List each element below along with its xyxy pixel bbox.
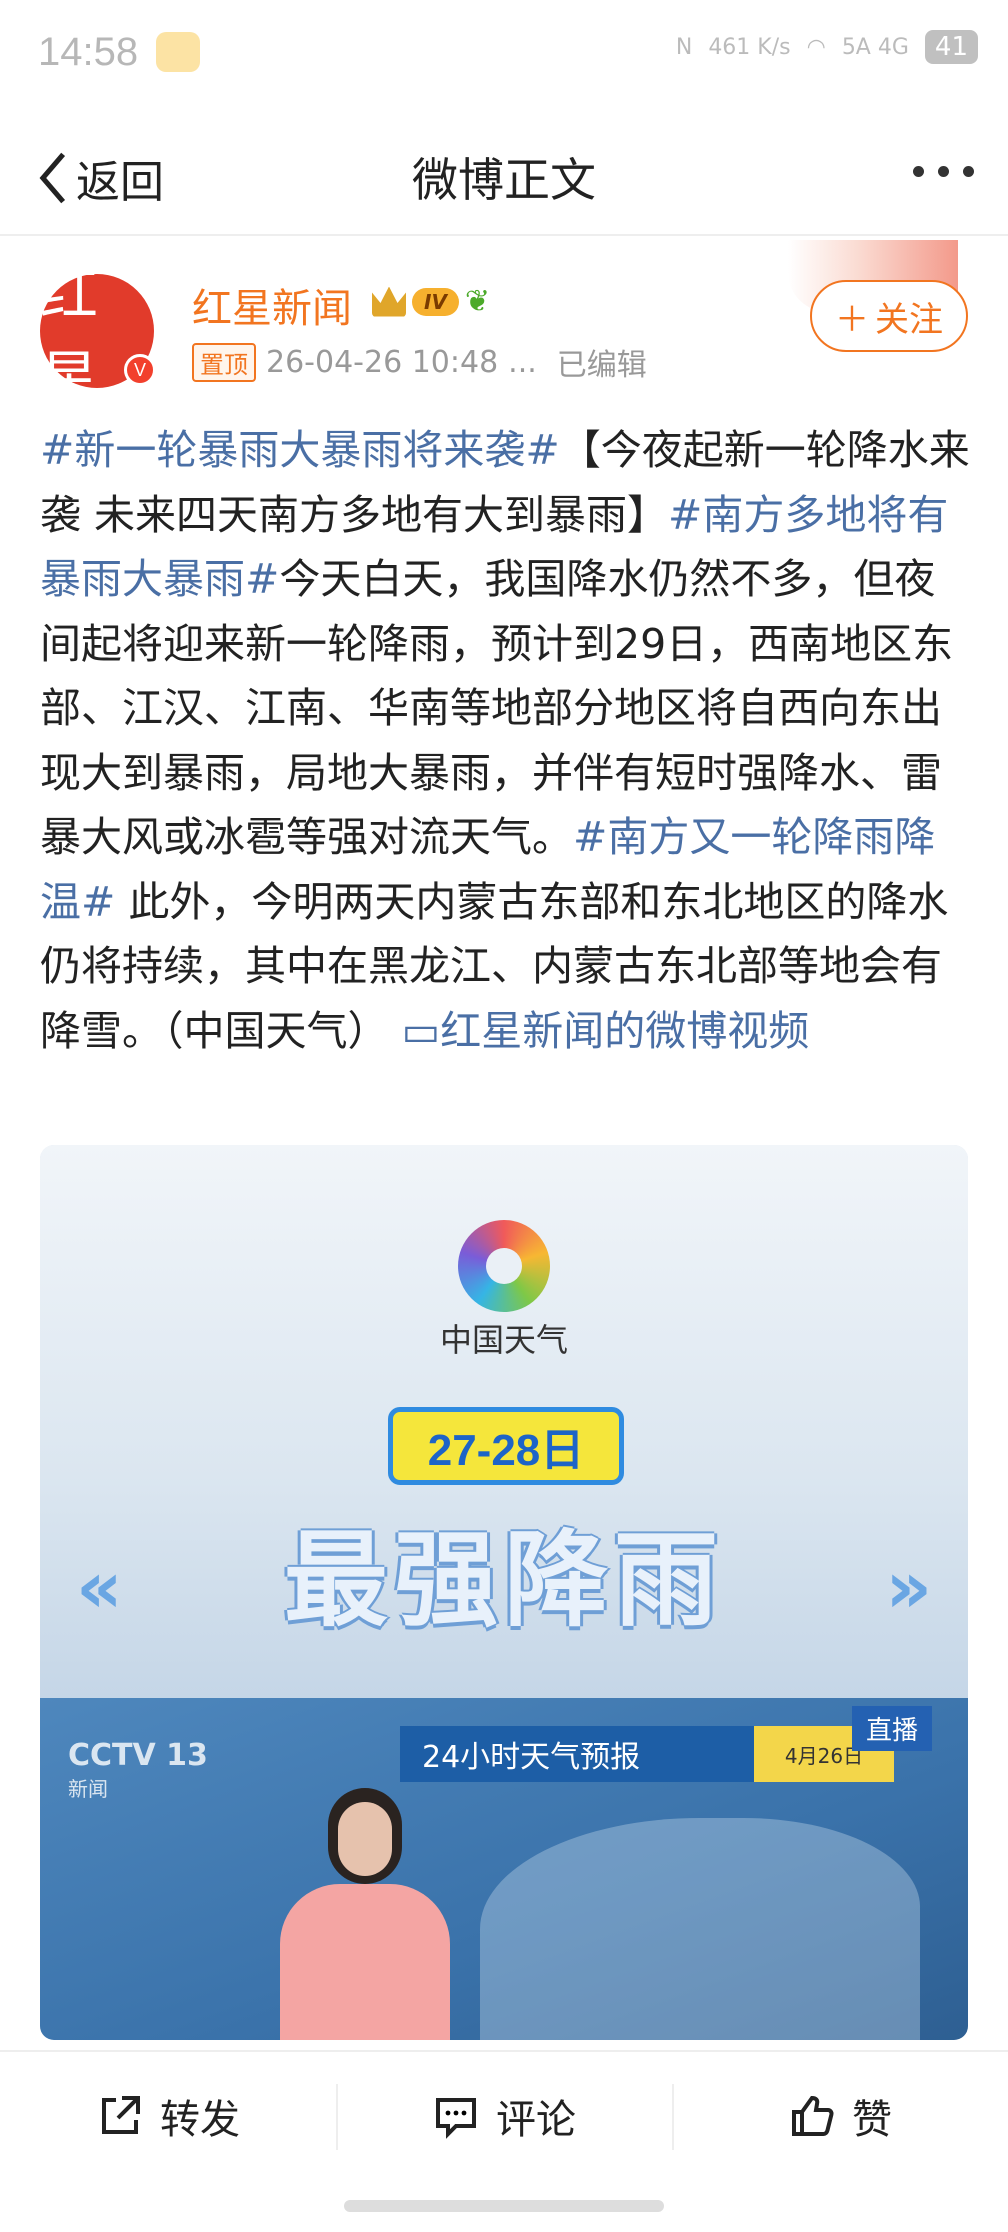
repost-icon (102, 2096, 140, 2134)
net-speed: 461 K/s (708, 34, 791, 60)
channel-logo: CCTV 13 新闻 (68, 1738, 208, 1801)
sprout-icon: ❦ (464, 284, 491, 319)
level-badge: IV ❦ (372, 284, 490, 319)
home-indicator[interactable] (344, 2200, 664, 2212)
verified-icon: V (124, 354, 156, 386)
video-headline: 最强降雨 (283, 1519, 724, 1641)
status-time: 14:58 (38, 30, 139, 74)
live-badge: 直播 (852, 1706, 933, 1751)
signal-label: 5A 4G (841, 34, 909, 60)
avatar[interactable]: 红星 V (40, 260, 156, 412)
thumbs-up-icon (792, 2095, 834, 2136)
video-player[interactable]: 中国天气 27-28日 « 最强降雨 » CCTV 13 新闻 24小时天气预报 … (40, 1145, 968, 2040)
video-title-frame: 中国天气 27-28日 « 最强降雨 » (40, 1145, 968, 1698)
nfc-icon: N (675, 34, 693, 60)
status-icons: N 461 K/s ◠ 5A 4G 41 (676, 30, 978, 64)
video-link[interactable]: ▭红星新闻的微博视频 (402, 1007, 810, 1055)
video-icon: ▭ (401, 1006, 441, 1055)
logo-text: 中国天气 (439, 1321, 568, 1359)
map-region (480, 1818, 920, 2040)
weibo-notification-icon (156, 32, 200, 72)
page-title: 微博正文 (412, 153, 596, 207)
pinned-badge: 置顶 (192, 342, 256, 382)
level-label: IV (412, 287, 459, 316)
news-anchor (280, 1788, 450, 2040)
follow-button[interactable]: ＋ 关注 (810, 280, 968, 352)
plus-icon: ＋ (835, 299, 869, 340)
post-meta: 置顶 26-04-26 10:48 ... 已编辑 (192, 340, 647, 384)
author-header: 红星 V 红星新闻 IV ❦ 置顶 26-04-26 10:48 ... 已编辑… (0, 236, 1008, 412)
repost-button[interactable]: 转发 (0, 2052, 336, 2180)
crown-icon (372, 286, 406, 317)
post-body: #新一轮暴雨大暴雨将来袭#【今夜起新一轮降水来袭 未来四天南方多地有大到暴雨】#… (40, 418, 970, 1063)
action-bar: 转发 评论 赞 (0, 2050, 1008, 2180)
date-badge: 27-28日 (388, 1407, 624, 1485)
like-button[interactable]: 赞 (672, 2052, 1008, 2180)
author-name[interactable]: 红星新闻 (192, 276, 352, 334)
hashtag-link[interactable]: #新一轮暴雨大暴雨将来袭# (40, 426, 560, 474)
meta-ellipsis: ... (508, 344, 537, 380)
top-nav: 返回 微博正文 (0, 110, 1008, 236)
broadcast-frame: CCTV 13 新闻 24小时天气预报 4月26日 直播 (40, 1698, 968, 2040)
comment-button[interactable]: 评论 (336, 2052, 672, 2180)
status-bar: 14:58 N 461 K/s ◠ 5A 4G 41 (0, 0, 1008, 110)
edited-label: 已编辑 (556, 348, 647, 383)
wifi-icon: ◠ (806, 34, 826, 60)
double-chevron-right-icon: » (885, 1545, 932, 1629)
timestamp: 26-04-26 10:48 (266, 344, 499, 380)
comment-icon (436, 2098, 476, 2139)
more-options-button[interactable] (913, 166, 974, 177)
china-weather-logo-icon (458, 1220, 550, 1312)
battery-icon: 41 (924, 30, 978, 64)
